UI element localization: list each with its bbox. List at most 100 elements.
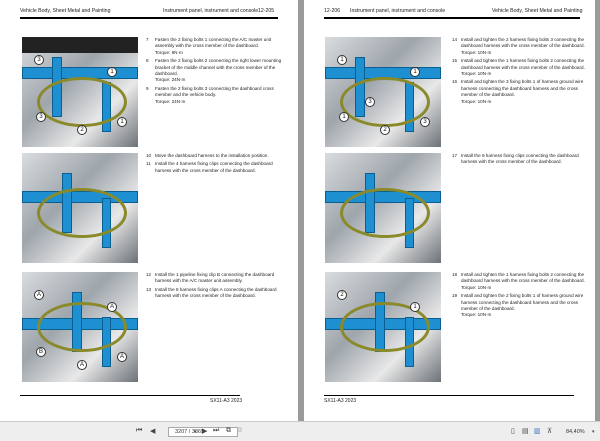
step-number: 14 (452, 37, 458, 42)
step-number: 12 (146, 272, 152, 277)
step-number: 7 (146, 37, 149, 42)
procedure-steps: 7 Fasten the 2 fixing bolts 1 connecting … (146, 37, 286, 107)
callout-label: A (117, 352, 127, 362)
procedure-steps: 18 Install and tighten the 1 harness fixi… (452, 272, 592, 321)
footer-rule (324, 395, 574, 396)
last-page-button[interactable]: ⏭ (213, 427, 219, 435)
step-number: 16 (452, 79, 458, 85)
callout-label: A (77, 360, 87, 370)
step-item: 8 Fasten the 2 fixing bolts 2 connecting … (146, 58, 286, 84)
procedure-steps: 12 Install the 1 pipeline fixing clip B c… (146, 272, 286, 302)
callout-label: 1 (339, 112, 349, 122)
step-text: Move the dashboard harness to the instal… (155, 153, 269, 158)
header-rule (324, 17, 580, 19)
header-page-number: 12-205 (258, 8, 275, 14)
right-page: 12-206 Instrument panel, instrument and … (304, 0, 595, 421)
step-number: 9 (146, 85, 149, 91)
procedure-steps: 10 Move the dashboard harness to the inst… (146, 153, 286, 176)
procedure-illustration: 3 1 3 2 1 (22, 37, 138, 147)
procedure-illustration: 1 1 1 2 3 3 (325, 37, 441, 147)
zoom-dropdown-icon[interactable]: ▾ (592, 429, 595, 435)
step-item: 14 Install and tighten the 2 harness fixi… (452, 37, 592, 56)
step-item: 19 Install and tighten the 2 fixing bolts… (452, 293, 592, 319)
step-item: 13 Install the 8 harness fixing clips A c… (146, 287, 286, 300)
callout-label: 2 (380, 125, 390, 135)
step-text: Install and tighten the 1 harness fixing… (461, 272, 585, 284)
callout-label: 3 (36, 112, 46, 122)
step-text: Fasten the 2 fixing bolts 3 connecting t… (155, 85, 274, 98)
copy-icon[interactable]: ⧉ (226, 427, 231, 435)
step-item: 7 Fasten the 2 fixing bolts 1 connecting … (146, 37, 286, 56)
step-item: 9 Fasten the 2 fixing bolts 3 connecting … (146, 86, 286, 105)
callout-label: 1 (117, 117, 127, 127)
continuous-view-icon[interactable]: ▤ (522, 427, 529, 435)
step-number: 13 (146, 286, 152, 292)
step-item: 12 Install the 1 pipeline fixing clip B c… (146, 272, 286, 285)
step-text: Install and tighten the 1 harness fixing… (461, 58, 585, 70)
header-rule (20, 17, 278, 19)
step-text: Install the 8 harness fixing clips A con… (155, 286, 277, 299)
torque-spec: Torque: 8N·m (155, 49, 183, 55)
header-chapter: Vehicle Body, Sheet Metal and Painting (492, 8, 583, 14)
step-text: Install and tighten the 2 fixing bolts 1… (461, 293, 584, 312)
step-text: Install the 4 harness fixing clips conne… (155, 161, 273, 173)
page-dropdown-icon[interactable]: ▾ (194, 429, 197, 435)
zoom-level[interactable]: 84,40% (566, 429, 585, 435)
torque-spec: Torque: 24N·m (155, 77, 186, 83)
header-section: Instrument panel, instrument and console (163, 8, 259, 14)
torque-spec: Torque: 24N·m (155, 98, 186, 104)
footer-rule (20, 395, 240, 396)
torque-spec: Torque: 10N·m (461, 312, 492, 318)
step-item: 10 Move the dashboard harness to the inst… (146, 153, 286, 159)
two-page-view-icon[interactable]: ▥ (534, 427, 541, 435)
torque-spec: Torque: 10N·m (461, 284, 492, 290)
torque-spec: Torque: 10N·m (461, 71, 492, 77)
fit-width-icon[interactable]: ⊼ (547, 427, 552, 435)
callout-label: 3 (34, 55, 44, 65)
procedure-illustration (22, 153, 138, 263)
torque-spec: Torque: 10N·m (461, 98, 492, 104)
prev-page-button[interactable]: ◀ (150, 427, 155, 435)
header-page-number: 12-206 (324, 8, 341, 14)
step-item: 15 Install and tighten the 1 harness fixi… (452, 58, 592, 77)
callout-label: B (36, 347, 46, 357)
header-chapter: Vehicle Body, Sheet Metal and Painting (20, 8, 111, 14)
procedure-illustration: 21 (325, 272, 441, 382)
step-item: 18 Install and tighten the 1 harness fixi… (452, 272, 592, 291)
callout-label: 1 (337, 55, 347, 65)
procedure-illustration: A A B A A (22, 272, 138, 382)
step-number: 11 (146, 161, 151, 167)
step-number: 19 (452, 293, 458, 299)
paste-icon[interactable]: ⧉ (237, 427, 242, 435)
callout-label: 1 (410, 302, 420, 312)
callout-label: 2 (337, 290, 347, 300)
procedure-illustration (325, 153, 441, 263)
callout-label: 2 (77, 125, 87, 135)
step-text: Fasten the 2 fixing bolts 1 connecting t… (155, 37, 272, 49)
footer-text: SX11-A3 2023 (210, 398, 243, 404)
step-number: 17 (452, 153, 458, 158)
step-item: 16 Install and tighten the 3 fixing bolts… (452, 79, 592, 105)
step-text: Install and tighten the 2 harness fixing… (461, 37, 585, 49)
pdf-toolbar: ⏮ ◀ 3207 / 3365 ▾ ▶ ⏭ ⧉ ⧉ ▯ ▤ ▥ ⊼ 84,40%… (0, 421, 600, 441)
callout-label: 1 (107, 67, 117, 77)
step-number: 10 (146, 153, 152, 158)
single-page-view-icon[interactable]: ▯ (511, 427, 515, 435)
first-page-button[interactable]: ⏮ (136, 427, 142, 435)
step-text: Fasten the 2 fixing bolts 2 connecting t… (155, 58, 282, 77)
footer-text: SX11-A3 2023 (324, 398, 357, 404)
procedure-steps: 17 Install the 9 harness fixing clips con… (452, 153, 592, 168)
step-item: 17 Install the 9 harness fixing clips con… (452, 153, 592, 166)
callout-label: 3 (365, 97, 375, 107)
step-number: 18 (452, 272, 458, 277)
header-section: Instrument panel, instrument and console (350, 8, 446, 14)
step-number: 8 (146, 58, 149, 64)
step-text: Install the 1 pipeline fixing clip B con… (155, 272, 275, 284)
step-text: Install and tighten the 3 fixing bolts 1… (461, 79, 584, 98)
next-page-button[interactable]: ▶ (202, 427, 207, 435)
step-number: 15 (452, 58, 458, 64)
left-page: Vehicle Body, Sheet Metal and Painting I… (0, 0, 298, 421)
procedure-steps: 14 Install and tighten the 2 harness fixi… (452, 37, 592, 107)
callout-label: A (107, 302, 117, 312)
callout-label: A (34, 290, 44, 300)
